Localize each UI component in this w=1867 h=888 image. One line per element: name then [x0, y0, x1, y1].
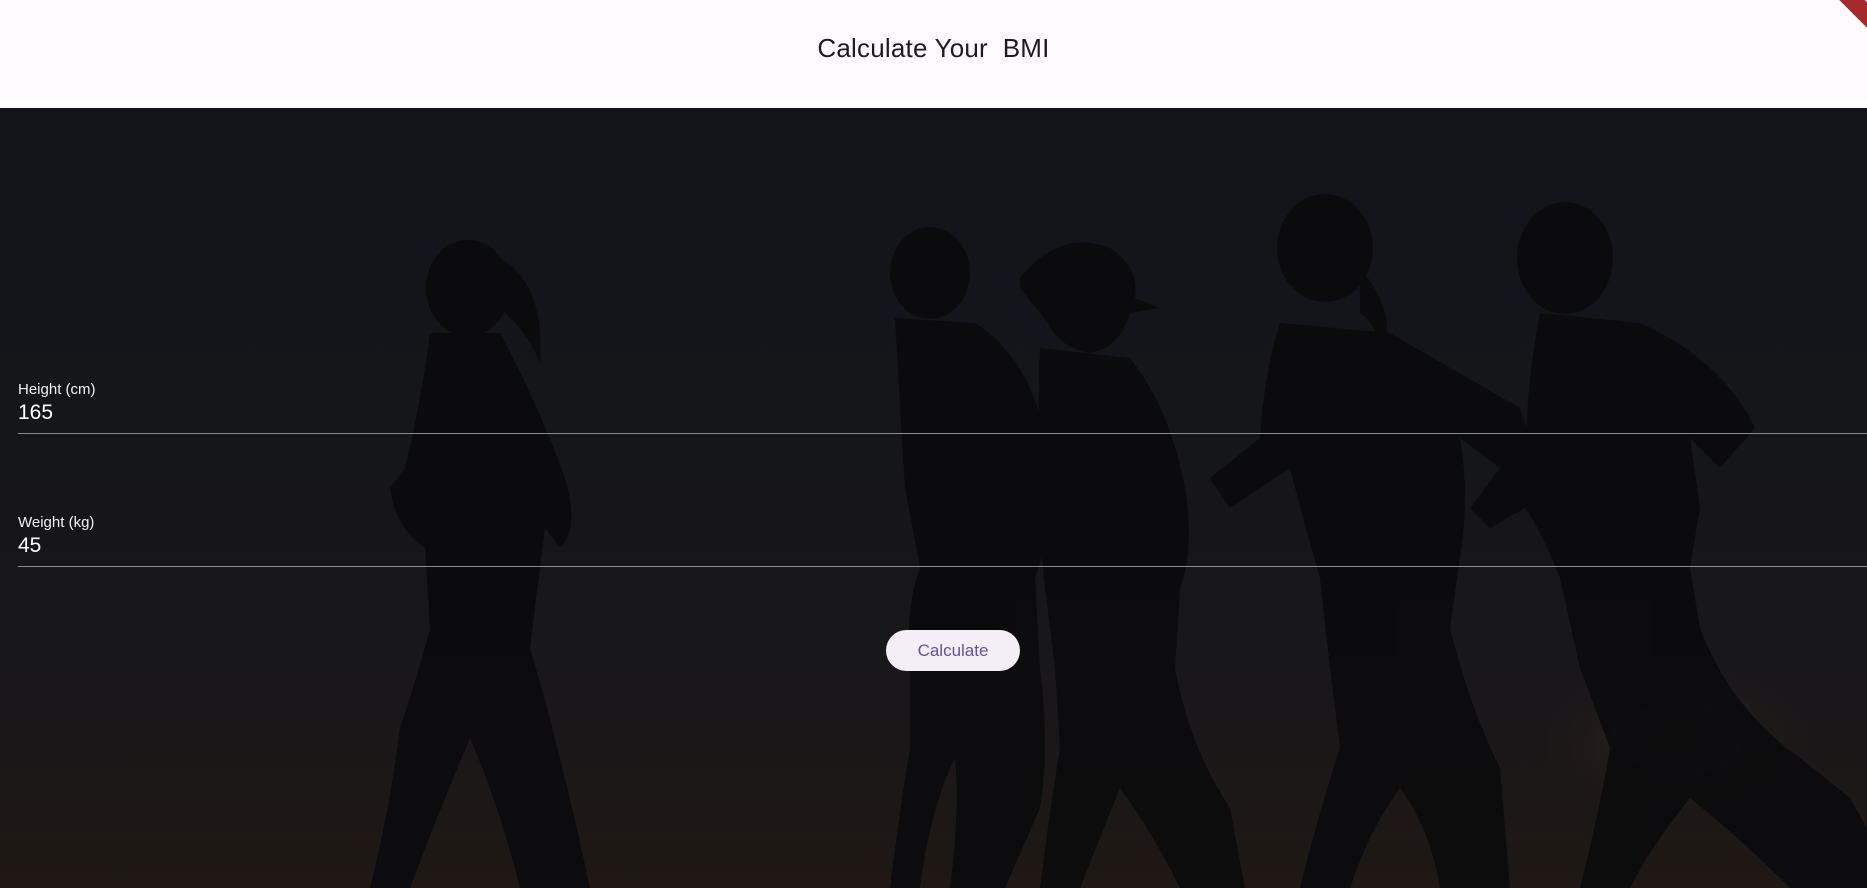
height-field[interactable]: Height (cm): [18, 381, 1867, 434]
app-bar: Calculate Your BMI: [0, 0, 1867, 108]
height-label: Height (cm): [18, 381, 96, 398]
weight-input[interactable]: [18, 534, 1867, 558]
app-window: Calculate Your BMI Height (cm) 165 Weigh…: [0, 0, 1867, 888]
height-input[interactable]: [18, 401, 1867, 425]
weight-field[interactable]: Weight (kg): [18, 514, 1867, 567]
runners-silhouette-image: [370, 194, 1867, 888]
calculate-button[interactable]: Calculate: [886, 630, 1020, 671]
weight-label: Weight (kg): [18, 514, 95, 531]
page-title: Calculate Your BMI: [817, 32, 1050, 63]
debug-banner: [1818, 0, 1867, 40]
background-image: Height (cm) Weight (kg) Calculate: [0, 108, 1867, 888]
